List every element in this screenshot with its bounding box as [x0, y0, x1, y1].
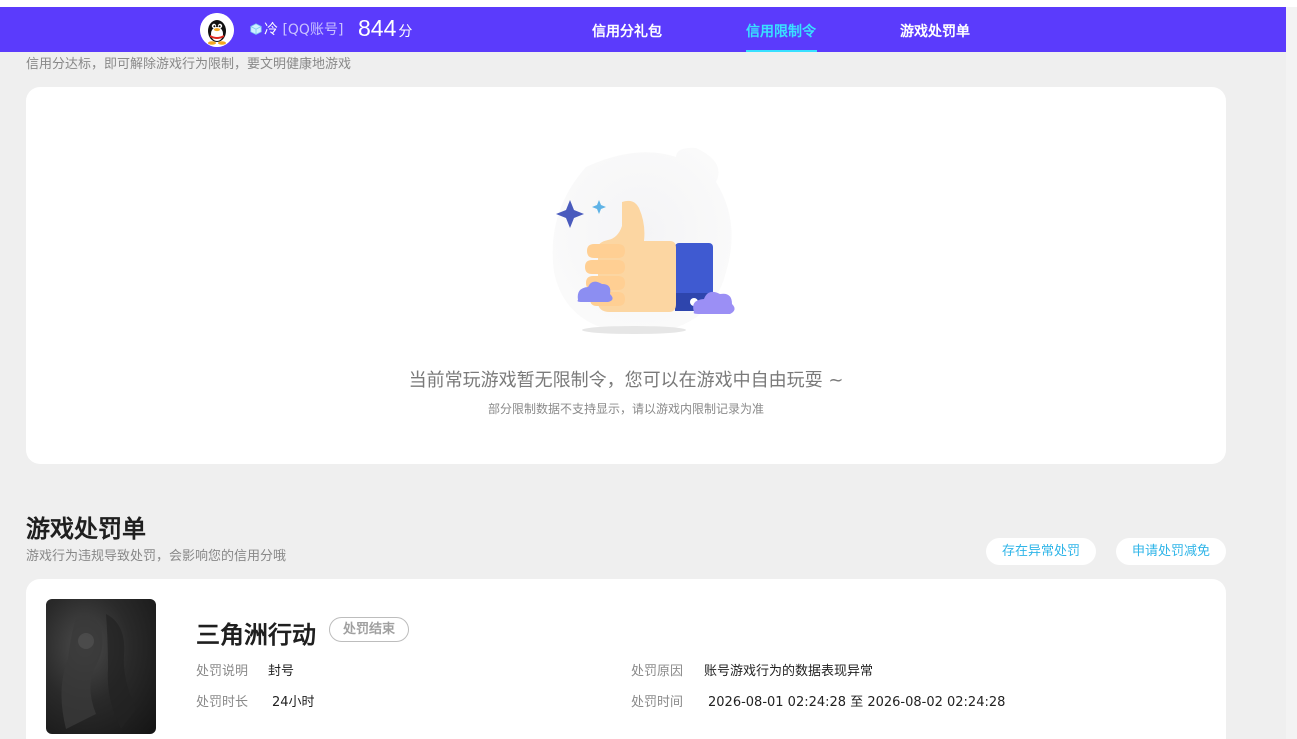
penalty-status-badge: 处罚结束: [329, 617, 410, 642]
penalty-duration-value: 24小时: [272, 695, 315, 710]
penalty-section-title: 游戏处罚单: [26, 515, 146, 543]
restriction-hint: 信用分达标，即可解除游戏行为限制，要文明健康地游戏: [26, 57, 352, 72]
user-name-text: 冷: [264, 22, 278, 38]
penalty-card[interactable]: 三角洲行动 处罚结束 处罚说明 封号 处罚时长 24小时 处罚原因 账号游戏行为…: [26, 579, 1226, 739]
empty-state-note: 部分限制数据不支持显示，请以游戏内限制记录为准: [487, 402, 764, 416]
penalty-desc-value: 封号: [268, 664, 295, 679]
tab-credit-restriction[interactable]: 信用限制令: [746, 21, 816, 41]
penalty-section-subtitle: 游戏行为违规导致处罚，会影响您的信用分哦: [26, 549, 287, 564]
credit-score: 844 分: [358, 15, 412, 42]
restriction-card: 当前常玩游戏暂无限制令，您可以在游戏中自由玩耍 ~ 部分限制数据不支持显示，请以…: [26, 87, 1226, 464]
game-cover-art-icon: [61, 614, 136, 729]
penalty-reason-value: 账号游戏行为的数据表现异常: [704, 664, 874, 679]
abnormal-penalty-button[interactable]: 存在异常处罚: [986, 538, 1096, 565]
penalty-duration-label: 处罚时长: [196, 695, 249, 710]
game-cover-image: [46, 599, 156, 734]
header-bar: 冷 [QQ账号] 844 分 信用分礼包 信用限制令 游戏处罚单: [0, 7, 1297, 52]
avatar[interactable]: [200, 13, 234, 47]
score-unit: 分: [398, 24, 413, 40]
penalty-time-value: 2026-08-01 02:24:28 至 2026-08-02 02:24:2…: [708, 695, 1006, 710]
user-name: 冷 [QQ账号]: [250, 22, 343, 38]
top-strip: [0, 0, 1297, 7]
active-tab-underline: [746, 50, 817, 52]
tab-game-penalty[interactable]: 游戏处罚单: [900, 21, 970, 41]
account-type: [QQ账号]: [282, 22, 344, 38]
page: 冷 [QQ账号] 844 分 信用分礼包 信用限制令 游戏处罚单 信用分达标，即可…: [0, 0, 1297, 739]
score-number: 844: [358, 15, 397, 41]
penalty-desc-label: 处罚说明: [196, 664, 249, 679]
thumbs-up-icon: [552, 147, 735, 334]
ice-cube-icon: [250, 23, 262, 35]
penalty-reduction-button[interactable]: 申请处罚减免: [1116, 538, 1226, 565]
penalty-time-label: 处罚时间: [631, 695, 684, 710]
tab-credit-gift[interactable]: 信用分礼包: [592, 21, 662, 41]
empty-state-title: 当前常玩游戏暂无限制令，您可以在游戏中自由玩耍 ~: [408, 370, 844, 391]
game-title: 三角洲行动: [196, 621, 316, 649]
page-scrollbar[interactable]: [1286, 7, 1297, 739]
penalty-reason-label: 处罚原因: [631, 664, 684, 679]
qq-penguin-icon: [200, 13, 234, 47]
